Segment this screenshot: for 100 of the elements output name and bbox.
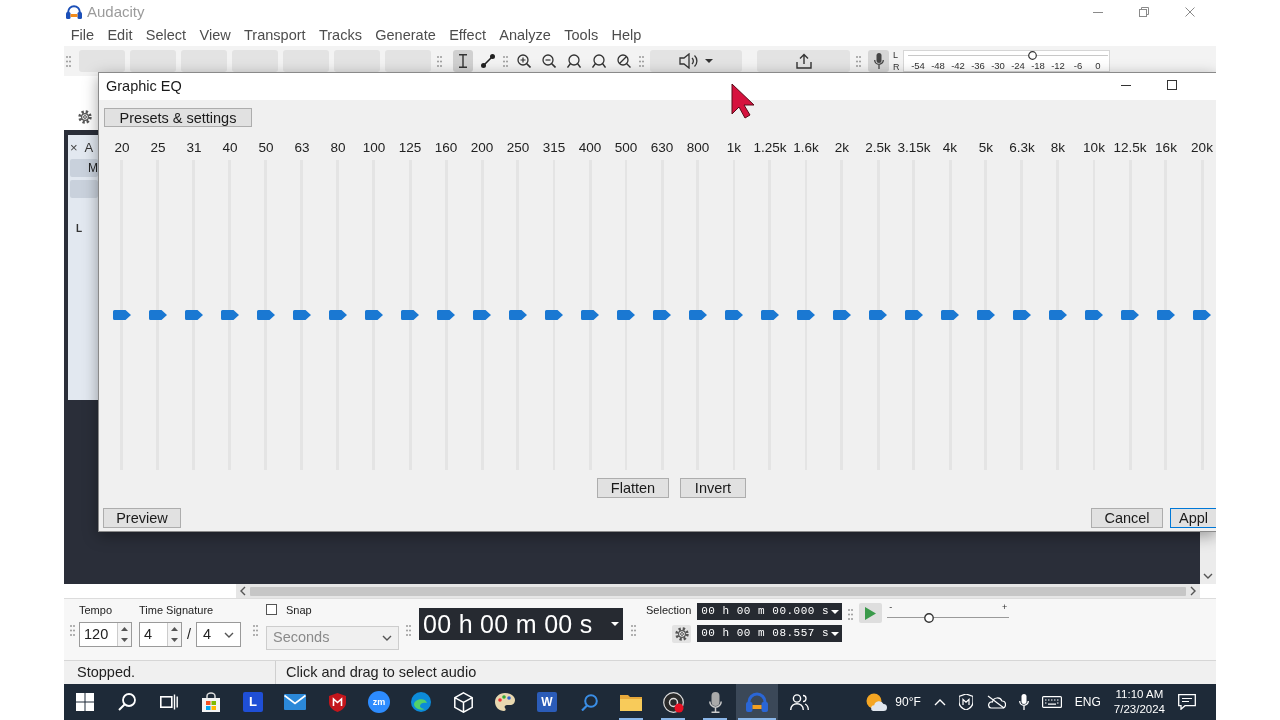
menu-item[interactable]: Transport: [237, 25, 313, 45]
grip-icon[interactable]: [437, 56, 442, 67]
slider-thumb[interactable]: [329, 310, 347, 320]
time-signature-dropdown[interactable]: 4: [196, 622, 241, 647]
slider-thumb[interactable]: [1157, 310, 1175, 320]
grip-icon[interactable]: [253, 625, 258, 636]
zoom-in-icon[interactable]: [517, 54, 531, 68]
slider-thumb[interactable]: [797, 310, 815, 320]
menu-item[interactable]: Tracks: [312, 25, 369, 45]
slider-thumb[interactable]: [941, 310, 959, 320]
slider-thumb[interactable]: [1121, 310, 1139, 320]
clock-time[interactable]: 11:10 AM: [1113, 687, 1165, 702]
cancel-button[interactable]: Cancel: [1091, 508, 1163, 528]
slider-thumb[interactable]: [1193, 310, 1211, 320]
spin-up-icon[interactable]: [171, 626, 178, 631]
vertical-scrollbar[interactable]: [1200, 532, 1216, 584]
grip-icon[interactable]: [406, 625, 411, 636]
slider-thumb[interactable]: [1085, 310, 1103, 320]
slider-thumb[interactable]: [1013, 310, 1031, 320]
keyboard-icon[interactable]: [1041, 696, 1062, 708]
slider-thumb[interactable]: [869, 310, 887, 320]
chevron-right-icon[interactable]: [1190, 586, 1196, 596]
menu-item[interactable]: View: [192, 25, 238, 45]
grip-icon[interactable]: [639, 56, 644, 67]
menu-item[interactable]: Analyze: [492, 25, 558, 45]
track-button[interactable]: [70, 180, 98, 198]
taskbar-button[interactable]: L: [232, 684, 274, 720]
flatten-button[interactable]: Flatten: [597, 478, 669, 498]
weather-text[interactable]: 90°F: [895, 694, 921, 710]
slider-thumb[interactable]: [473, 310, 491, 320]
settings-button[interactable]: [672, 625, 691, 643]
taskbar-button[interactable]: W: [526, 684, 568, 720]
microphone-icon[interactable]: [1018, 694, 1029, 710]
slider-thumb[interactable]: [545, 310, 563, 320]
mute-button[interactable]: M: [70, 159, 98, 177]
menu-item[interactable]: Generate: [368, 25, 443, 45]
slider-thumb[interactable]: [257, 310, 275, 320]
slider-thumb[interactable]: [977, 310, 995, 320]
grip-icon[interactable]: [503, 56, 508, 67]
slider-thumb[interactable]: [293, 310, 311, 320]
spin-up-icon[interactable]: [121, 626, 128, 631]
slider-thumb[interactable]: [509, 310, 527, 320]
menu-item[interactable]: Tools: [557, 25, 605, 45]
slider-thumb[interactable]: [221, 310, 239, 320]
clock-date[interactable]: 7/23/2024: [1113, 702, 1165, 717]
slider-knob[interactable]: [924, 613, 935, 623]
slider-thumb[interactable]: [365, 310, 383, 320]
grip-icon[interactable]: [70, 625, 75, 636]
shield-icon[interactable]: [958, 694, 973, 710]
grip-icon[interactable]: [848, 609, 854, 620]
slider-thumb[interactable]: [185, 310, 203, 320]
scroll-thumb[interactable]: [250, 586, 1186, 596]
slider-thumb[interactable]: [401, 310, 419, 320]
slider-thumb[interactable]: [149, 310, 167, 320]
time-signature-spinbox[interactable]: 4: [139, 622, 182, 647]
microphone-button[interactable]: [868, 50, 889, 72]
menu-item[interactable]: Select: [139, 25, 193, 45]
chevron-down-icon[interactable]: [1203, 573, 1213, 579]
close-button[interactable]: ×: [70, 140, 78, 155]
apply-button[interactable]: Appl: [1170, 508, 1216, 528]
slider-thumb[interactable]: [761, 310, 779, 320]
menu-item[interactable]: Edit: [100, 25, 140, 45]
slider-thumb[interactable]: [833, 310, 851, 320]
invert-button[interactable]: Invert: [680, 478, 746, 498]
preview-button[interactable]: Preview: [103, 508, 181, 528]
slider-thumb[interactable]: [653, 310, 671, 320]
menu-item[interactable]: Effect: [442, 25, 493, 45]
snap-checkbox[interactable]: [266, 604, 277, 615]
slider-thumb[interactable]: [905, 310, 923, 320]
notification-icon[interactable]: [1178, 694, 1196, 710]
zoom-out-icon[interactable]: [542, 54, 556, 68]
magnifier-icon[interactable]: [567, 54, 581, 68]
presets-button[interactable]: Presets & settings: [104, 108, 252, 127]
settings-icon[interactable]: [78, 110, 92, 124]
selection-end-field[interactable]: 00 h 00 m 08.557 s: [697, 625, 843, 642]
slider-thumb[interactable]: [581, 310, 599, 320]
magnifier-icon[interactable]: [617, 54, 631, 68]
slider-thumb[interactable]: [113, 310, 131, 320]
slider-thumb[interactable]: [725, 310, 743, 320]
grip-icon[interactable]: [66, 56, 71, 67]
menu-item[interactable]: File: [64, 25, 101, 45]
slider-thumb[interactable]: [1049, 310, 1067, 320]
slider-thumb[interactable]: [689, 310, 707, 320]
slider-thumb[interactable]: [437, 310, 455, 320]
weather-icon[interactable]: [865, 693, 888, 711]
spin-down-icon[interactable]: [171, 638, 178, 643]
horizontal-scrollbar[interactable]: [236, 584, 1200, 598]
spin-down-icon[interactable]: [121, 638, 128, 643]
time-display[interactable]: 00 h 00 m 00 s: [419, 608, 623, 640]
play-button[interactable]: [859, 603, 883, 623]
slider-knob[interactable]: [1028, 51, 1038, 60]
language-indicator[interactable]: ENG: [1074, 694, 1101, 710]
selection-start-field[interactable]: 00 h 00 m 00.000 s: [697, 603, 843, 620]
upload-button[interactable]: [757, 50, 850, 72]
magnifier-icon[interactable]: [592, 54, 606, 68]
grip-icon[interactable]: [631, 625, 636, 636]
tempo-spinbox[interactable]: 120: [79, 622, 132, 647]
chevron-left-icon[interactable]: [240, 586, 246, 596]
grip-icon[interactable]: [856, 56, 861, 67]
cloud-icon[interactable]: [985, 695, 1006, 709]
